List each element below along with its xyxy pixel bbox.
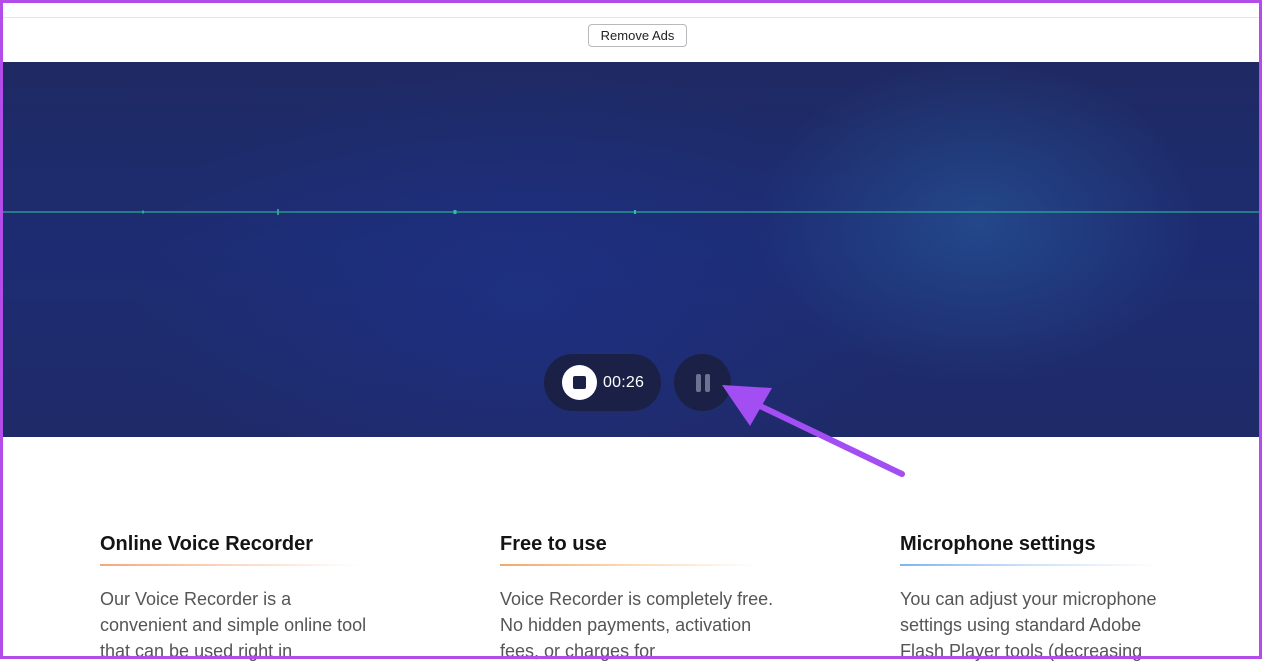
annotation-arrow: [722, 385, 905, 477]
